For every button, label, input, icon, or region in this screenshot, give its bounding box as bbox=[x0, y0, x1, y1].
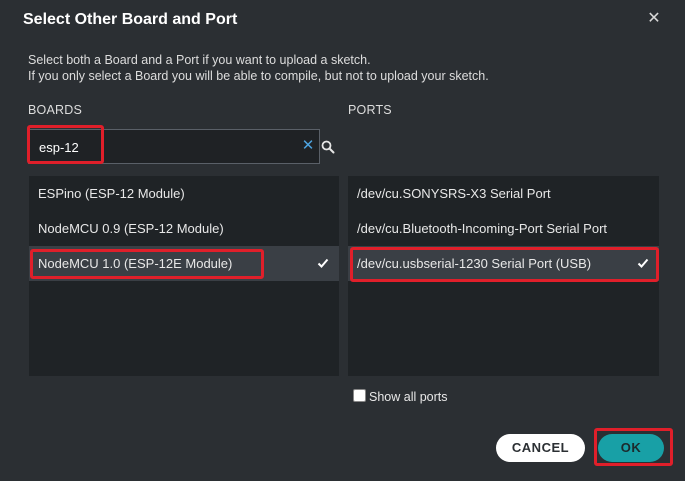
boards-heading: BOARDS bbox=[28, 103, 82, 117]
cancel-button[interactable]: CANCEL bbox=[496, 434, 585, 462]
board-item[interactable]: ESPino (ESP-12 Module) bbox=[29, 176, 339, 211]
board-item-label: NodeMCU 1.0 (ESP-12E Module) bbox=[38, 256, 233, 271]
checkmark-icon bbox=[317, 258, 329, 268]
boards-list: ESPino (ESP-12 Module) NodeMCU 0.9 (ESP-… bbox=[29, 176, 339, 376]
board-item-selected[interactable]: NodeMCU 1.0 (ESP-12E Module) bbox=[29, 246, 339, 281]
ok-button[interactable]: OK bbox=[598, 434, 664, 462]
search-icon[interactable] bbox=[321, 140, 335, 154]
clear-icon[interactable]: ✕ bbox=[301, 138, 315, 154]
show-all-ports-checkbox[interactable] bbox=[353, 389, 366, 402]
port-item[interactable]: /dev/cu.SONYSRS-X3 Serial Port bbox=[348, 176, 659, 211]
board-search-value: esp-12 bbox=[39, 140, 79, 155]
ports-heading: PORTS bbox=[348, 103, 392, 117]
port-item-label: /dev/cu.SONYSRS-X3 Serial Port bbox=[357, 186, 551, 201]
port-item-selected[interactable]: /dev/cu.usbserial-1230 Serial Port (USB) bbox=[348, 246, 659, 281]
board-item-label: ESPino (ESP-12 Module) bbox=[38, 186, 185, 201]
dialog-title: Select Other Board and Port bbox=[23, 11, 238, 28]
dialog-description: Select both a Board and a Port if you wa… bbox=[28, 52, 489, 84]
ports-list: /dev/cu.SONYSRS-X3 Serial Port /dev/cu.B… bbox=[348, 176, 659, 376]
port-item-label: /dev/cu.Bluetooth-Incoming-Port Serial P… bbox=[357, 221, 608, 236]
board-item[interactable]: NodeMCU 0.9 (ESP-12 Module) bbox=[29, 211, 339, 246]
port-item[interactable]: /dev/cu.Bluetooth-Incoming-Port Serial P… bbox=[348, 211, 659, 246]
port-item-label: /dev/cu.usbserial-1230 Serial Port (USB) bbox=[357, 256, 592, 271]
select-board-port-dialog: Select Other Board and Port ✕ Select bot… bbox=[0, 0, 685, 481]
show-all-ports-label: Show all ports bbox=[369, 390, 448, 404]
close-icon[interactable]: ✕ bbox=[644, 9, 664, 29]
board-item-label: NodeMCU 0.9 (ESP-12 Module) bbox=[38, 221, 224, 236]
description-line-2: If you only select a Board you will be a… bbox=[28, 69, 489, 83]
board-search-input[interactable]: esp-12 ✕ bbox=[28, 129, 320, 164]
description-line-1: Select both a Board and a Port if you wa… bbox=[28, 53, 371, 67]
checkmark-icon bbox=[637, 258, 649, 268]
